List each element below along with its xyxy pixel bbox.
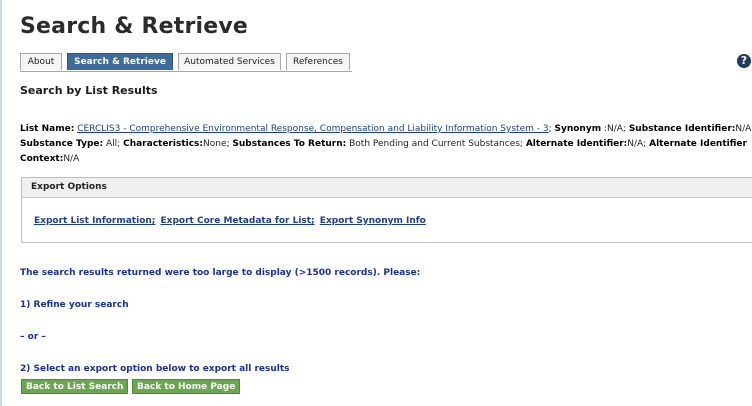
export-options-panel: Export Options Export List Information; … bbox=[21, 177, 752, 243]
export-list-information-link[interactable]: Export List Information; bbox=[34, 216, 155, 226]
search-parameters: List Name: CERCLIS3 - Comprehensive Envi… bbox=[20, 122, 752, 167]
page-title: Search & Retrieve bbox=[20, 14, 249, 39]
tab-underline bbox=[20, 71, 352, 72]
list-name-link[interactable]: CERCLIS3 - Comprehensive Environmental R… bbox=[77, 124, 548, 134]
list-name-label: List Name: bbox=[20, 124, 75, 134]
substance-type-value: All; bbox=[106, 139, 121, 149]
tab-automated-services[interactable]: Automated Services bbox=[178, 53, 281, 70]
synonym-value: :N/A; bbox=[603, 124, 626, 134]
export-core-metadata-link[interactable]: Export Core Metadata for List; bbox=[161, 216, 315, 226]
back-to-list-search-button[interactable]: Back to List Search bbox=[21, 379, 129, 394]
refine-search-message: 1) Refine your search bbox=[20, 300, 129, 310]
tab-about[interactable]: About bbox=[20, 53, 62, 70]
substance-identifier-label: Substance Identifier: bbox=[628, 124, 736, 134]
select-export-message: 2) Select an export option below to expo… bbox=[20, 364, 290, 374]
or-separator: – or – bbox=[20, 332, 46, 342]
synonym-label: Synonym bbox=[554, 124, 602, 134]
export-options-heading: Export Options bbox=[22, 178, 752, 198]
characteristics-label: Characteristics: bbox=[123, 139, 203, 149]
alternate-identifier-value: N/A; bbox=[627, 139, 647, 149]
left-border bbox=[0, 0, 2, 406]
back-to-home-page-button[interactable]: Back to Home Page bbox=[132, 379, 241, 394]
substance-identifier-value: N/A; bbox=[735, 124, 752, 134]
too-large-message: The search results returned were too lar… bbox=[20, 268, 421, 278]
substances-to-return-label: Substances To Return: bbox=[232, 139, 347, 149]
substances-to-return-value: Both Pending and Current Substances; bbox=[349, 139, 523, 149]
characteristics-value: None; bbox=[203, 139, 230, 149]
results-heading: Search by List Results bbox=[20, 84, 158, 97]
tab-references[interactable]: References bbox=[286, 53, 350, 70]
substance-type-label: Substance Type: bbox=[20, 139, 104, 149]
alternate-identifier-context-value: N/A bbox=[63, 154, 80, 164]
export-synonym-info-link[interactable]: Export Synonym Info bbox=[320, 216, 426, 226]
alternate-identifier-label: Alternate Identifier: bbox=[525, 139, 628, 149]
tab-search-retrieve[interactable]: Search & Retrieve bbox=[67, 53, 173, 70]
tab-bar: About Search & Retrieve Automated Servic… bbox=[20, 53, 750, 71]
help-icon[interactable]: ? bbox=[737, 54, 751, 68]
export-links: Export List Information; Export Core Met… bbox=[34, 216, 428, 226]
